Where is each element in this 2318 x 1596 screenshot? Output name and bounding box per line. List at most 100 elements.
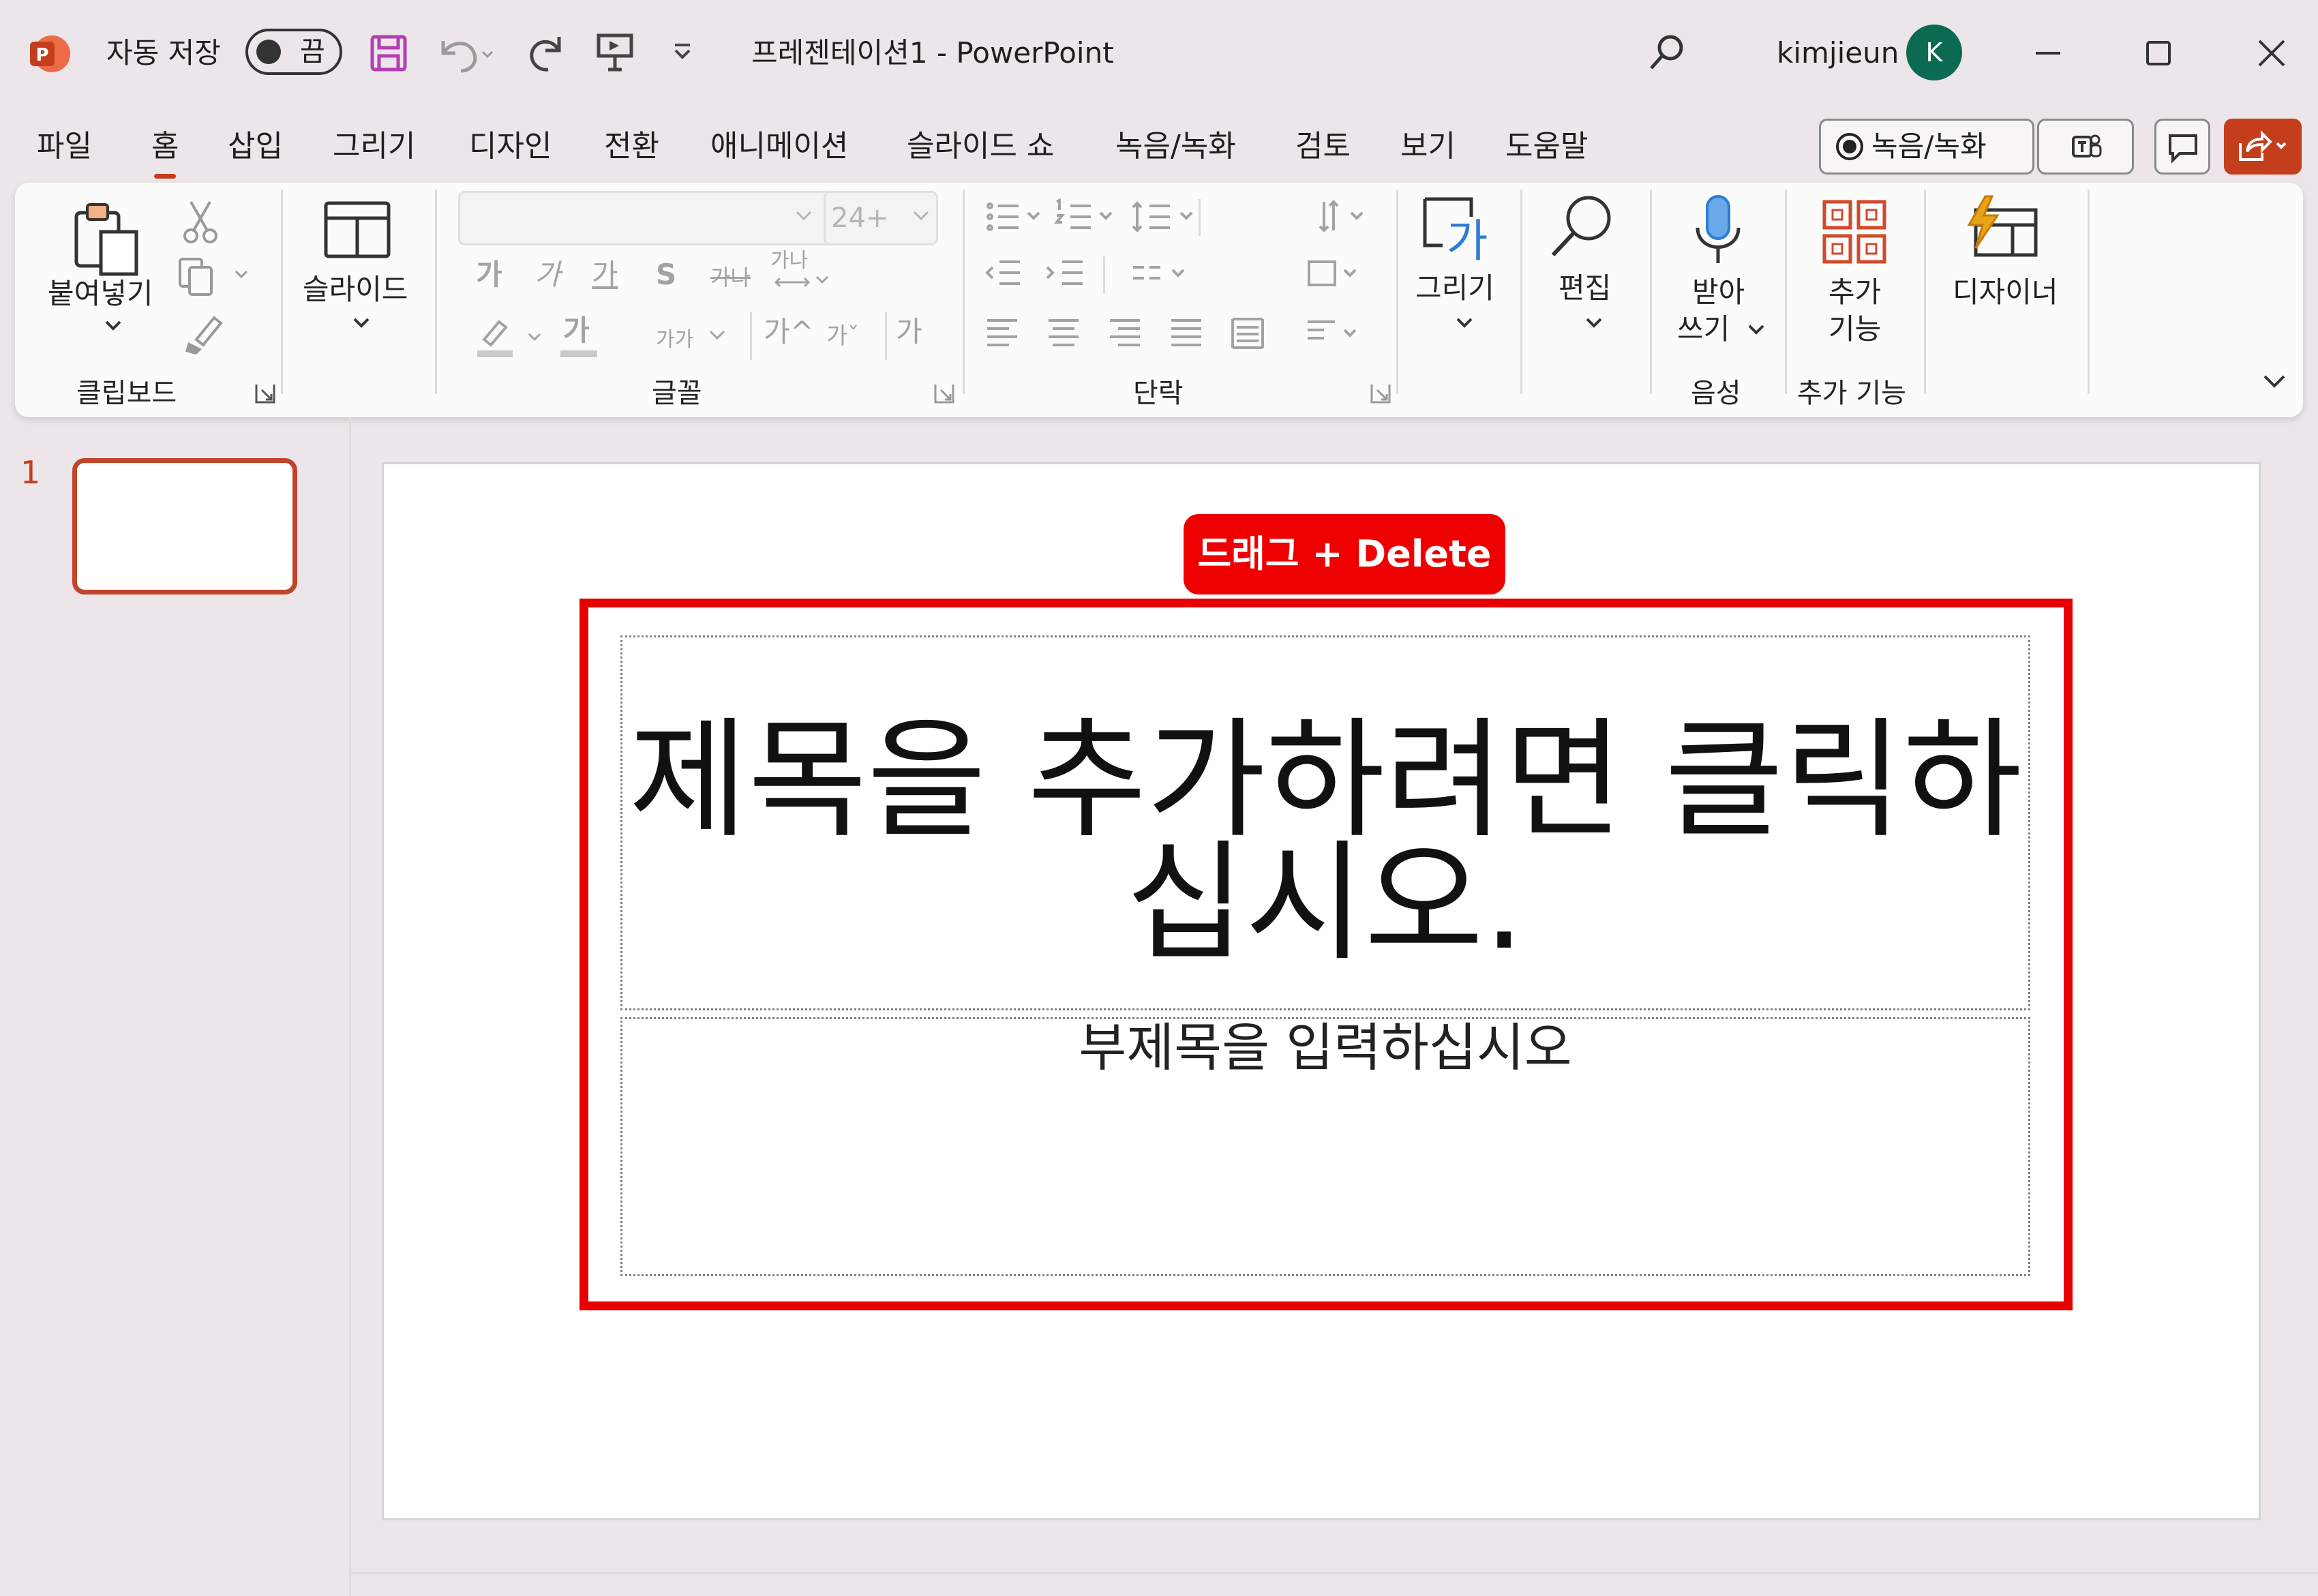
addins-grid-icon[interactable]: [1820, 198, 1888, 266]
tab-draw[interactable]: 그리기: [333, 124, 415, 169]
italic-button[interactable]: 가: [535, 256, 561, 293]
close-icon[interactable]: [2253, 34, 2291, 72]
tab-design[interactable]: 디자인: [469, 124, 552, 169]
tab-review[interactable]: 검토: [1295, 124, 1351, 169]
instruction-callout: 드래그 + Delete: [1184, 514, 1505, 594]
pane-separator: [349, 417, 351, 1596]
maximize-icon[interactable]: [2139, 34, 2178, 72]
drawing-icon-glyph: 가: [1447, 215, 1488, 267]
redo-icon[interactable]: [525, 31, 569, 75]
ribbon-separator: [750, 312, 752, 360]
highlight-frame: [580, 599, 2073, 1310]
ribbon-separator: [1520, 190, 1522, 394]
drawing-label[interactable]: 그리기: [1415, 270, 1494, 307]
chevron-down-icon: [912, 208, 931, 224]
drawing-shapes-icon[interactable]: 가: [1419, 194, 1496, 269]
autosave-toggle[interactable]: 끔: [245, 29, 342, 75]
clear-formatting-button[interactable]: 가: [896, 314, 922, 350]
ribbon-separator: [1924, 190, 1926, 394]
user-avatar[interactable]: K: [1906, 25, 1962, 80]
designer-icon[interactable]: [1965, 194, 2041, 262]
font-size-value: 24+: [831, 202, 889, 234]
comment-icon: [2166, 130, 2200, 164]
underline-button[interactable]: 가: [592, 256, 618, 293]
ribbon-collapse-icon[interactable]: [2261, 371, 2288, 391]
dictate-microphone-icon[interactable]: [1691, 192, 1745, 267]
tab-view[interactable]: 보기: [1400, 124, 1456, 169]
find-icon[interactable]: [1546, 192, 1621, 260]
customize-toolbar-icon[interactable]: [672, 42, 693, 63]
editing-label[interactable]: 편집: [1559, 270, 1611, 307]
title-bar: P 자동 저장 끔 프레젠테이션1 - PowerPoint kimjieun …: [0, 0, 2318, 109]
cut-icon[interactable]: [181, 199, 220, 244]
new-slide-icon[interactable]: [322, 199, 393, 262]
paragraph-row1-icons[interactable]: [983, 195, 1392, 243]
ribbon-separator: [963, 190, 965, 394]
font-launcher-icon[interactable]: [933, 382, 956, 405]
font-size-combobox[interactable]: 24+: [824, 191, 938, 245]
ribbon: 붙여넣기 클립보드 슬라이드 24+ 가 가 가 S 가나 가나 가 가가 가^…: [15, 183, 2303, 417]
dictate-label-line2[interactable]: 쓰기: [1677, 311, 1730, 348]
new-slide-label[interactable]: 슬라이드: [303, 271, 408, 308]
change-case-button[interactable]: 가가: [656, 322, 693, 359]
tab-record[interactable]: 녹음/녹화: [1115, 124, 1236, 169]
addins-label-line2[interactable]: 기능: [1828, 311, 1881, 348]
font-color-button[interactable]: 가: [563, 312, 590, 349]
save-icon[interactable]: [368, 33, 409, 74]
tab-insert[interactable]: 삽입: [228, 124, 283, 169]
editing-dropdown-icon[interactable]: [1584, 316, 1604, 330]
presenter-icon[interactable]: [593, 30, 637, 74]
tab-file[interactable]: 파일: [37, 124, 92, 169]
addins-label-line1[interactable]: 추가: [1828, 274, 1881, 311]
search-icon[interactable]: [1646, 31, 1688, 74]
tab-home[interactable]: 홈: [151, 124, 179, 179]
record-button[interactable]: 녹음/녹화: [1819, 119, 2034, 175]
undo-icon[interactable]: [434, 31, 495, 75]
voice-group-label: 음성: [1691, 378, 1741, 409]
ribbon-separator: [1396, 190, 1398, 394]
tab-slideshow[interactable]: 슬라이드 쇼: [907, 124, 1054, 169]
paragraph-group-label: 단락: [1133, 378, 1184, 409]
paste-dropdown-icon[interactable]: [104, 319, 123, 333]
teams-icon: [2069, 130, 2103, 164]
paste-icon[interactable]: [72, 200, 140, 277]
share-button[interactable]: [2224, 119, 2302, 175]
paragraph-launcher-icon[interactable]: [1369, 382, 1392, 405]
highlighter-icon[interactable]: [475, 316, 550, 360]
dictate-dropdown-icon[interactable]: [1747, 323, 1766, 337]
record-button-label: 녹음/녹화: [1871, 130, 1987, 163]
paste-label[interactable]: 붙여넣기: [48, 275, 153, 312]
ribbon-separator: [2088, 190, 2090, 394]
shadow-button[interactable]: S: [656, 256, 676, 293]
clipboard-launcher-icon[interactable]: [254, 382, 277, 405]
user-name[interactable]: kimjieun: [1777, 33, 1899, 74]
chevron-down-icon[interactable]: [708, 329, 727, 342]
format-painter-icon[interactable]: [183, 312, 224, 356]
autosave-state: 끔: [300, 36, 325, 67]
slide-layout-dropdown-icon[interactable]: [352, 316, 371, 330]
tab-transitions[interactable]: 전환: [604, 124, 659, 169]
copy-icon[interactable]: [177, 256, 252, 297]
drawing-dropdown-icon[interactable]: [1455, 316, 1474, 330]
toggle-knob: [256, 40, 281, 64]
ribbon-separator: [885, 312, 887, 360]
minimize-icon[interactable]: [2029, 34, 2067, 72]
slide-thumbnail[interactable]: [72, 458, 297, 594]
ribbon-separator: [281, 190, 283, 394]
teams-button[interactable]: [2037, 119, 2134, 175]
dictate-label-line1[interactable]: 받아: [1692, 274, 1745, 311]
ribbon-separator: [1785, 190, 1787, 394]
shrink-font-button[interactable]: 가ˇ: [826, 318, 859, 355]
designer-label[interactable]: 디자이너: [1953, 274, 2058, 311]
strikethrough-button[interactable]: 가나: [710, 259, 751, 296]
char-spacing-button[interactable]: 가나: [770, 251, 808, 271]
comments-button[interactable]: [2154, 119, 2210, 175]
tab-animations[interactable]: 애니메이션: [710, 124, 848, 169]
font-name-combobox[interactable]: [458, 191, 833, 245]
tab-help[interactable]: 도움말: [1505, 124, 1588, 169]
grow-font-button[interactable]: 가^: [764, 314, 814, 350]
menu-bar: 파일 홈 삽입 그리기 디자인 전환 애니메이션 슬라이드 쇼 녹음/녹화 검토…: [0, 109, 2318, 184]
paragraph-row3-icons[interactable]: [983, 312, 1392, 360]
paragraph-row2-icons[interactable]: [983, 254, 1392, 301]
bold-button[interactable]: 가: [476, 256, 502, 293]
